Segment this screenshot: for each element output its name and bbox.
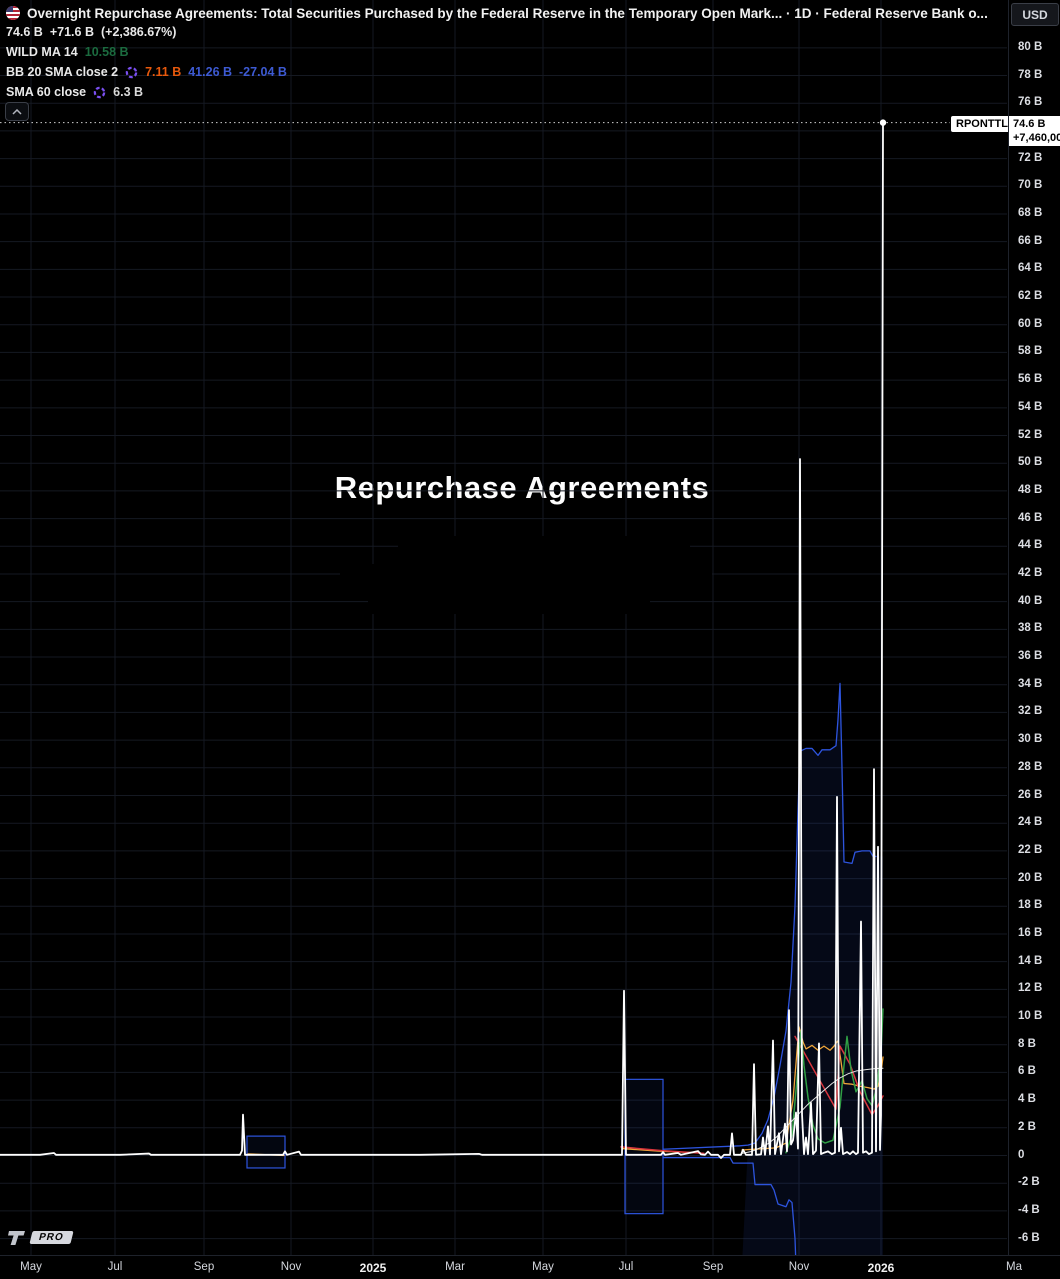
- price-tick-label: 4 B: [1018, 1093, 1036, 1106]
- time-tick-label: 2025: [359, 1261, 387, 1275]
- last-price: 74.6 B: [6, 25, 43, 39]
- price-tick-label: 80 B: [1018, 40, 1043, 53]
- price-tick-label: -2 B: [1018, 1176, 1040, 1189]
- us-flag-icon: [6, 6, 20, 20]
- indicator-row-wild-ma[interactable]: WILD MA 14 10.58 B: [6, 42, 988, 62]
- chart-area: Repurchase Agreements: [0, 0, 1008, 1255]
- time-tick-label: Jul: [107, 1261, 123, 1273]
- rponttld-main-line: [0, 121, 884, 1159]
- legend: Overnight Repurchase Agreements: Total S…: [6, 4, 988, 102]
- time-tick-label: May: [20, 1261, 42, 1273]
- collapse-legend-button[interactable]: [5, 102, 29, 121]
- price-tick-label: -4 B: [1018, 1203, 1040, 1216]
- price-tick-label: 42 B: [1018, 566, 1043, 579]
- tradingview-mark-icon: [8, 1231, 25, 1245]
- last-point-marker: [879, 119, 887, 126]
- price-tick-label: 48 B: [1018, 483, 1043, 496]
- price-tick-label: -6 B: [1018, 1231, 1040, 1244]
- time-tick-label: 2026: [867, 1261, 895, 1275]
- last-price-change: +7,460,00: [1013, 132, 1060, 144]
- price-tick-label: 18 B: [1018, 899, 1043, 912]
- mask-patch: [368, 596, 650, 614]
- mask-patch: [638, 540, 690, 596]
- time-tick-label: Ma: [1006, 1261, 1022, 1273]
- last-price-axis-label: 74.6 B +7,460,00: [1009, 116, 1060, 146]
- price-tick-label: 56 B: [1018, 373, 1043, 386]
- last-price-value: 74.6 B: [1013, 118, 1046, 130]
- price-tick-label: 60 B: [1018, 317, 1043, 330]
- price-tick-label: 2 B: [1018, 1120, 1036, 1133]
- symbol-title-row[interactable]: Overnight Repurchase Agreements: Total S…: [6, 4, 988, 22]
- price-tick-label: 14 B: [1018, 954, 1043, 967]
- price-tick-label: 52 B: [1018, 428, 1043, 441]
- price-tick-label: 26 B: [1018, 788, 1043, 801]
- symbol-title: Overnight Repurchase Agreements: Total S…: [27, 5, 988, 21]
- price-axis[interactable]: USD 74.6 B +7,460,00 80 B 78 B 76 B 72 B 70 …: [1008, 0, 1060, 1255]
- price-tick-label: 32 B: [1018, 705, 1043, 718]
- time-tick-label: Nov: [280, 1261, 302, 1273]
- price-tick-label: 50 B: [1018, 456, 1043, 469]
- price-tick-label: 20 B: [1018, 871, 1043, 884]
- price-tick-label: 0: [1018, 1148, 1025, 1161]
- spinner-icon: [125, 66, 138, 78]
- price-change-pct: (+2,386.67%): [100, 25, 177, 39]
- price-tick-label: 12 B: [1018, 982, 1043, 995]
- price-tick-label: 22 B: [1018, 843, 1043, 856]
- pro-badge: PRO: [29, 1231, 74, 1244]
- time-tick-label: Jul: [618, 1261, 634, 1273]
- chevron-up-icon: [12, 108, 22, 115]
- price-tick-label: 46 B: [1018, 511, 1043, 524]
- time-axis[interactable]: May Jul Sep Nov 2025 Mar May Jul Sep Nov 2026 Ma: [0, 1255, 1060, 1279]
- time-tick-label: Mar: [445, 1261, 465, 1273]
- price-tick-label: 62 B: [1018, 290, 1043, 303]
- tradingview-logo[interactable]: PRO: [8, 1229, 74, 1246]
- bb-flat-box: [246, 1135, 286, 1169]
- price-tick-label: 40 B: [1018, 594, 1043, 607]
- price-tick-label: 24 B: [1018, 816, 1043, 829]
- chart-canvas[interactable]: [0, 0, 1008, 1255]
- price-tick-label: 72 B: [1018, 151, 1043, 164]
- price-tick-label: 6 B: [1018, 1065, 1036, 1078]
- price-tick-label: 68 B: [1018, 206, 1043, 219]
- price-row: 74.6 B +71.6 B (+2,386.67%): [6, 22, 988, 42]
- mask-patch: [398, 536, 638, 568]
- bb-flat-box: [624, 1078, 664, 1215]
- currency-button[interactable]: USD: [1011, 3, 1059, 26]
- price-tick-label: 66 B: [1018, 234, 1043, 247]
- price-tick-label: 58 B: [1018, 345, 1043, 358]
- time-tick-label: Nov: [788, 1261, 810, 1273]
- price-tick-label: 36 B: [1018, 650, 1043, 663]
- price-tick-label: 54 B: [1018, 400, 1043, 413]
- price-change: +71.6 B: [49, 25, 94, 39]
- price-tick-label: 10 B: [1018, 1010, 1043, 1023]
- price-tick-label: 70 B: [1018, 179, 1043, 192]
- price-tick-label: 64 B: [1018, 262, 1043, 275]
- price-tick-label: 8 B: [1018, 1037, 1036, 1050]
- price-tick-label: 28 B: [1018, 760, 1043, 773]
- indicator-row-sma60[interactable]: SMA 60 close 6.3 B: [6, 82, 988, 102]
- time-tick-label: Sep: [193, 1261, 215, 1273]
- spinner-icon: [93, 86, 106, 98]
- price-tick-label: 30 B: [1018, 733, 1043, 746]
- price-tick-label: 34 B: [1018, 677, 1043, 690]
- price-tick-label: 16 B: [1018, 926, 1043, 939]
- price-tick-label: 76 B: [1018, 96, 1043, 109]
- indicator-row-bb[interactable]: BB 20 SMA close 2 7.11 B 41.26 B -27.04 …: [6, 62, 988, 82]
- price-tick-label: 78 B: [1018, 68, 1043, 81]
- price-tick-label: 38 B: [1018, 622, 1043, 635]
- time-tick-label: Sep: [702, 1261, 724, 1273]
- time-tick-label: May: [532, 1261, 554, 1273]
- price-tick-label: 44 B: [1018, 539, 1043, 552]
